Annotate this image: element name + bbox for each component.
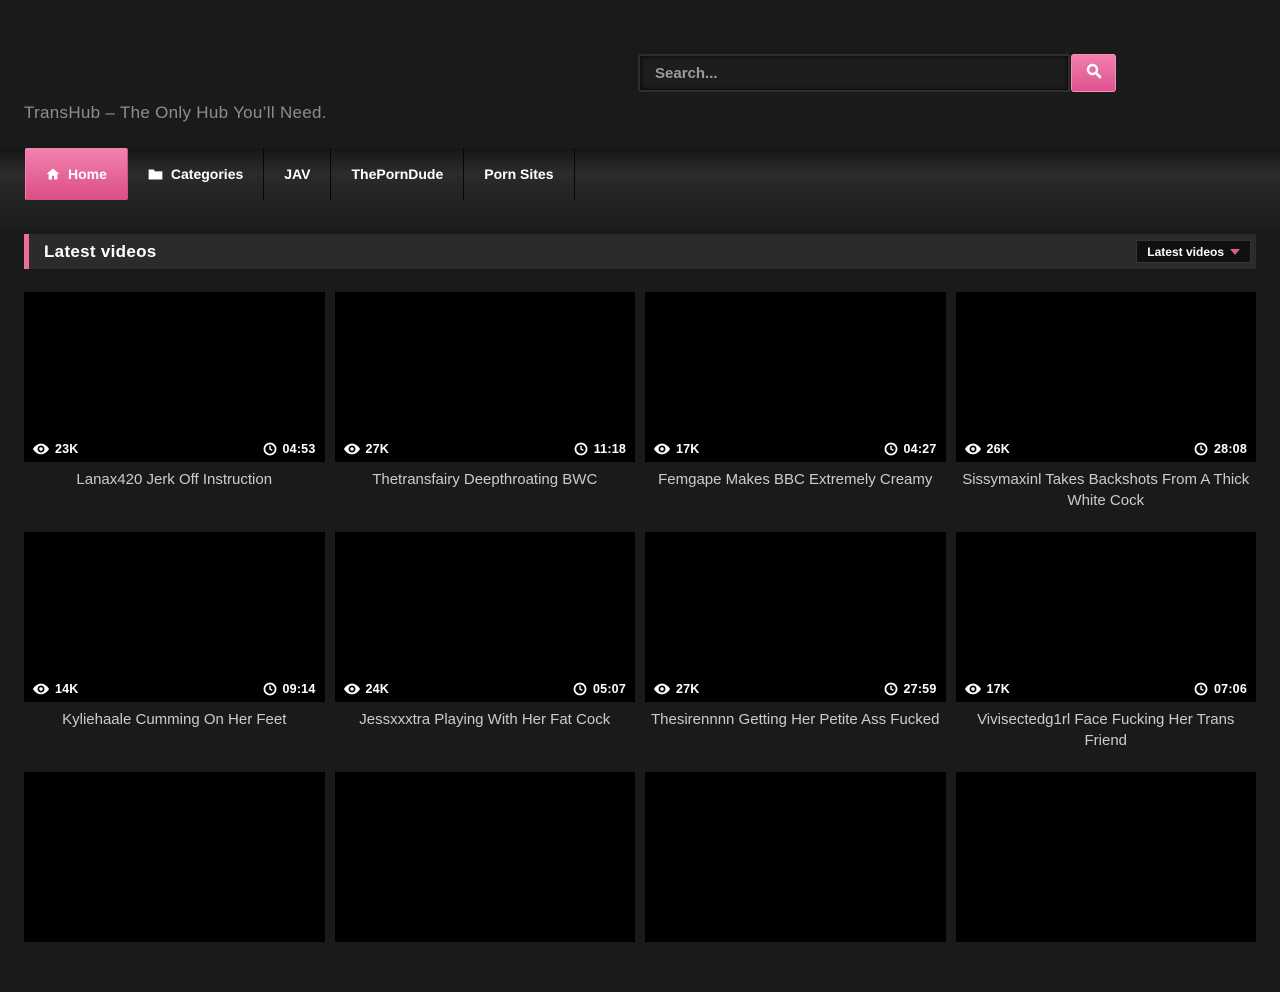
video-title[interactable]: Thesirennnn Getting Her Petite Ass Fucke… bbox=[645, 709, 946, 730]
views-count: 14K bbox=[33, 682, 79, 696]
eye-icon bbox=[344, 443, 360, 455]
video-title[interactable]: Lanax420 Jerk Off Instruction bbox=[24, 469, 325, 490]
clock-icon bbox=[263, 682, 277, 696]
video-duration: 28:08 bbox=[1194, 442, 1247, 456]
video-thumbnail[interactable]: 14K 09:14 bbox=[24, 532, 325, 702]
video-thumbnail[interactable]: 17K 04:27 bbox=[645, 292, 946, 462]
eye-icon bbox=[965, 683, 981, 695]
video-duration: 05:07 bbox=[573, 682, 626, 696]
eye-icon bbox=[33, 443, 49, 455]
video-thumbnail[interactable] bbox=[956, 772, 1257, 942]
video-duration: 04:27 bbox=[884, 442, 937, 456]
main-nav-bar: Home Categories JAV ThePornDude Porn Sit… bbox=[0, 148, 1280, 232]
video-thumbnail[interactable]: 27K 27:59 bbox=[645, 532, 946, 702]
video-duration: 04:53 bbox=[263, 442, 316, 456]
video-thumbnail[interactable] bbox=[335, 772, 636, 942]
video-title[interactable]: Femgape Makes BBC Extremely Creamy bbox=[645, 469, 946, 490]
search-icon bbox=[1085, 62, 1103, 85]
clock-icon bbox=[574, 442, 588, 456]
nav-item-jav[interactable]: JAV bbox=[264, 148, 331, 200]
main-nav: Home Categories JAV ThePornDude Porn Sit… bbox=[25, 148, 1280, 200]
clock-icon bbox=[884, 442, 898, 456]
eye-icon bbox=[654, 683, 670, 695]
views-count: 23K bbox=[33, 442, 79, 456]
eye-icon bbox=[33, 683, 49, 695]
video-thumbnail[interactable]: 17K 07:06 bbox=[956, 532, 1257, 702]
video-meta-bar: 27K 27:59 bbox=[645, 675, 946, 702]
video-duration: 09:14 bbox=[263, 682, 316, 696]
section-title: Latest videos bbox=[44, 242, 157, 262]
video-title[interactable]: Kyliehaale Cumming On Her Feet bbox=[24, 709, 325, 730]
clock-icon bbox=[263, 442, 277, 456]
site-tagline: TransHub – The Only Hub You’ll Need. bbox=[24, 103, 327, 123]
video-meta-bar: 14K 09:14 bbox=[24, 675, 325, 702]
video-thumbnail[interactable]: 23K 04:53 bbox=[24, 292, 325, 462]
video-thumbnail[interactable]: 27K 11:18 bbox=[335, 292, 636, 462]
video-thumbnail[interactable] bbox=[645, 772, 946, 942]
video-duration: 07:06 bbox=[1194, 682, 1247, 696]
views-count: 24K bbox=[344, 682, 390, 696]
video-card[interactable]: 17K 07:06 Vivisectedg1rl Face Fucking He… bbox=[956, 532, 1257, 752]
eye-icon bbox=[965, 443, 981, 455]
clock-icon bbox=[1194, 442, 1208, 456]
video-card[interactable]: 26K 28:08 Sissymaxinl Takes Backshots Fr… bbox=[956, 292, 1257, 512]
search-form bbox=[638, 54, 1116, 92]
video-card[interactable]: 27K 11:18 Thetransfairy Deepthroating BW… bbox=[335, 292, 636, 512]
nav-item-label: JAV bbox=[284, 166, 310, 182]
views-count: 26K bbox=[965, 442, 1011, 456]
clock-icon bbox=[573, 682, 587, 696]
home-icon bbox=[46, 167, 60, 181]
video-card[interactable] bbox=[645, 772, 946, 992]
video-card[interactable]: 23K 04:53 Lanax420 Jerk Off Instruction bbox=[24, 292, 325, 512]
clock-icon bbox=[1194, 682, 1208, 696]
nav-item-categories[interactable]: Categories bbox=[128, 148, 264, 200]
nav-item-label: Home bbox=[68, 166, 107, 182]
video-meta-bar: 17K 07:06 bbox=[956, 675, 1257, 702]
main-content: Latest videos Latest videos 23K 04:53 bbox=[0, 232, 1280, 992]
video-duration: 27:59 bbox=[884, 682, 937, 696]
sort-dropdown[interactable]: Latest videos bbox=[1136, 240, 1251, 263]
latest-videos-header: Latest videos Latest videos bbox=[24, 234, 1256, 269]
video-thumbnail[interactable] bbox=[24, 772, 325, 942]
video-card[interactable] bbox=[335, 772, 636, 992]
video-card[interactable]: 24K 05:07 Jessxxxtra Playing With Her Fa… bbox=[335, 532, 636, 752]
views-count: 17K bbox=[654, 442, 700, 456]
video-title[interactable]: Sissymaxinl Takes Backshots From A Thick… bbox=[956, 469, 1257, 511]
video-card[interactable]: 17K 04:27 Femgape Makes BBC Extremely Cr… bbox=[645, 292, 946, 512]
search-input[interactable] bbox=[638, 54, 1070, 92]
video-title[interactable]: Thetransfairy Deepthroating BWC bbox=[335, 469, 636, 490]
eye-icon bbox=[344, 683, 360, 695]
nav-item-porn-sites[interactable]: Porn Sites bbox=[464, 148, 574, 200]
nav-item-label: Porn Sites bbox=[484, 166, 553, 182]
video-title[interactable]: Jessxxxtra Playing With Her Fat Cock bbox=[335, 709, 636, 730]
video-meta-bar: 17K 04:27 bbox=[645, 435, 946, 462]
nav-item-label: Categories bbox=[171, 166, 243, 182]
video-duration: 11:18 bbox=[574, 442, 626, 456]
video-meta-bar: 23K 04:53 bbox=[24, 435, 325, 462]
video-grid: 23K 04:53 Lanax420 Jerk Off Instruction … bbox=[24, 292, 1256, 992]
video-card[interactable] bbox=[24, 772, 325, 992]
views-count: 27K bbox=[654, 682, 700, 696]
video-meta-bar: 24K 05:07 bbox=[335, 675, 636, 702]
caret-down-icon bbox=[1230, 249, 1240, 255]
search-button[interactable] bbox=[1071, 54, 1116, 92]
nav-item-home[interactable]: Home bbox=[25, 148, 128, 200]
video-title[interactable]: Vivisectedg1rl Face Fucking Her Trans Fr… bbox=[956, 709, 1257, 751]
video-card[interactable]: 14K 09:14 Kyliehaale Cumming On Her Feet bbox=[24, 532, 325, 752]
views-count: 17K bbox=[965, 682, 1011, 696]
video-thumbnail[interactable]: 26K 28:08 bbox=[956, 292, 1257, 462]
views-count: 27K bbox=[344, 442, 390, 456]
nav-item-theporndude[interactable]: ThePornDude bbox=[331, 148, 464, 200]
eye-icon bbox=[654, 443, 670, 455]
clock-icon bbox=[884, 682, 898, 696]
video-meta-bar: 27K 11:18 bbox=[335, 435, 636, 462]
video-card[interactable] bbox=[956, 772, 1257, 992]
folder-icon bbox=[148, 168, 163, 181]
site-header: TransHub – The Only Hub You’ll Need. bbox=[0, 0, 1280, 148]
video-card[interactable]: 27K 27:59 Thesirennnn Getting Her Petite… bbox=[645, 532, 946, 752]
video-meta-bar: 26K 28:08 bbox=[956, 435, 1257, 462]
sort-dropdown-label: Latest videos bbox=[1147, 245, 1224, 259]
nav-item-label: ThePornDude bbox=[351, 166, 443, 182]
video-thumbnail[interactable]: 24K 05:07 bbox=[335, 532, 636, 702]
